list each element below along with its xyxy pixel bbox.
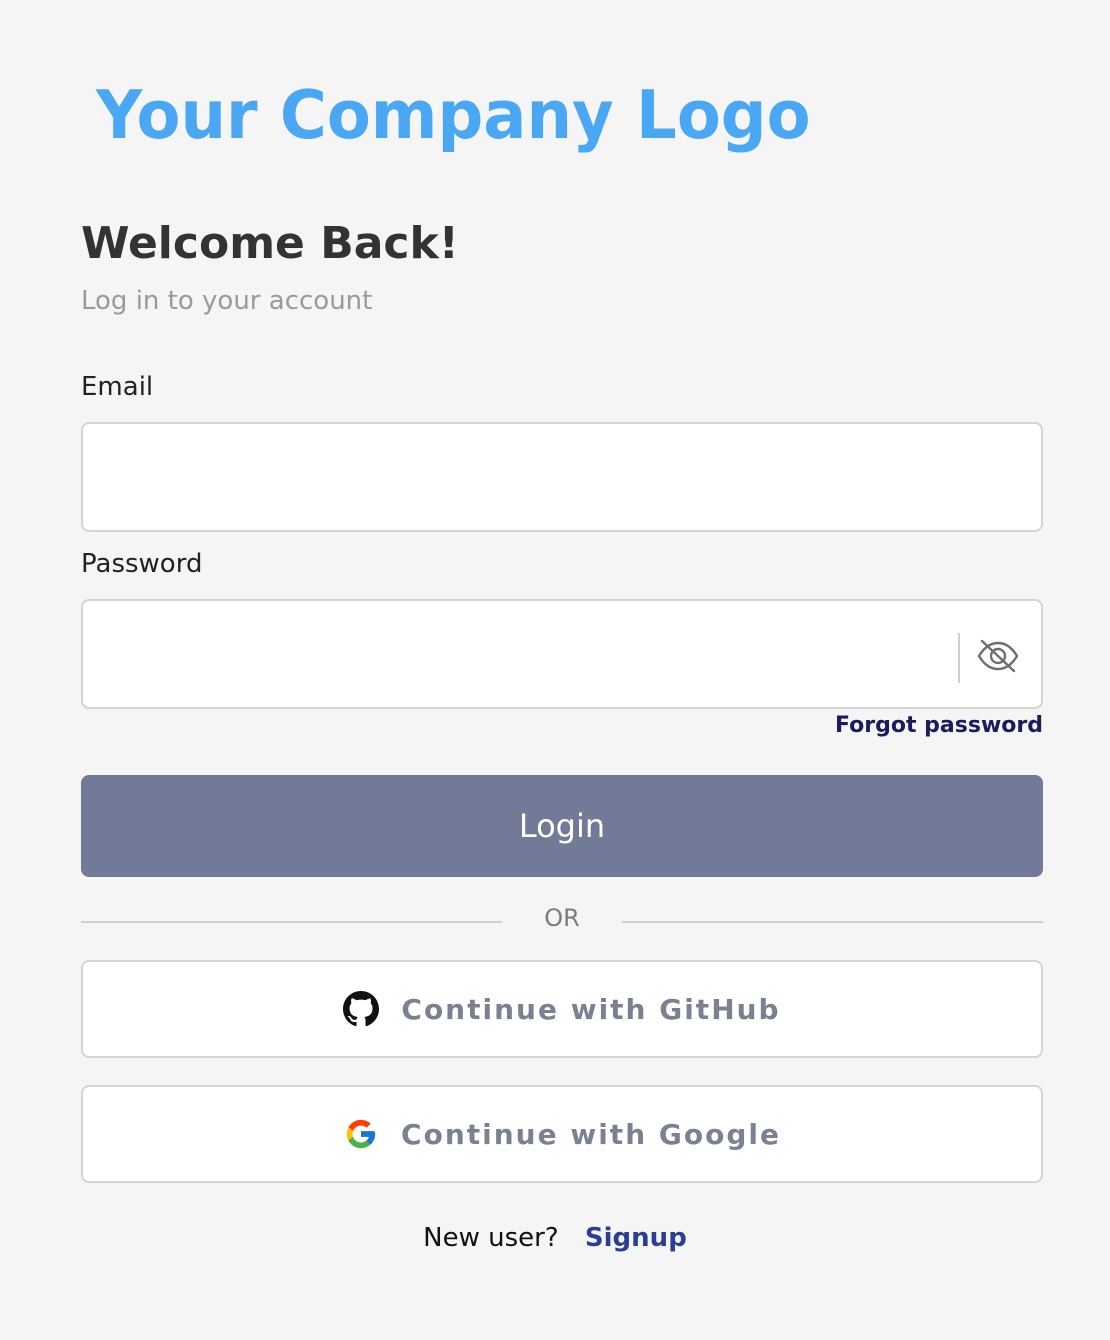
login-page: Your Company Logo Welcome Back! Log in t…: [0, 0, 1110, 1340]
email-label: Email: [81, 372, 154, 402]
password-toggle-divider: [958, 633, 960, 683]
page-title: Welcome Back!: [81, 218, 459, 269]
divider-line-right: [622, 921, 1043, 923]
new-user-text: New user?: [423, 1223, 559, 1253]
signup-prompt: New user? Signup: [0, 1220, 1110, 1256]
or-divider-text: OR: [544, 904, 580, 932]
page-subtitle: Log in to your account: [81, 286, 373, 316]
github-button-label: Continue with GitHub: [401, 992, 781, 1026]
continue-with-github-button[interactable]: Continue with GitHub: [81, 960, 1043, 1058]
google-icon: [343, 1116, 379, 1152]
login-button[interactable]: Login: [81, 775, 1043, 877]
signup-link[interactable]: Signup: [585, 1223, 687, 1253]
continue-with-google-button[interactable]: Continue with Google: [81, 1085, 1043, 1183]
eye-slash-icon: [976, 638, 1020, 674]
divider-line-left: [81, 921, 502, 923]
password-label: Password: [81, 549, 203, 579]
email-input[interactable]: [81, 422, 1043, 532]
github-icon: [343, 991, 380, 1027]
company-logo: Your Company Logo: [96, 77, 811, 155]
password-input[interactable]: [81, 599, 1043, 709]
show-password-toggle[interactable]: [972, 632, 1024, 680]
google-button-label: Continue with Google: [401, 1117, 781, 1151]
forgot-password-link[interactable]: Forgot password: [835, 710, 1043, 742]
